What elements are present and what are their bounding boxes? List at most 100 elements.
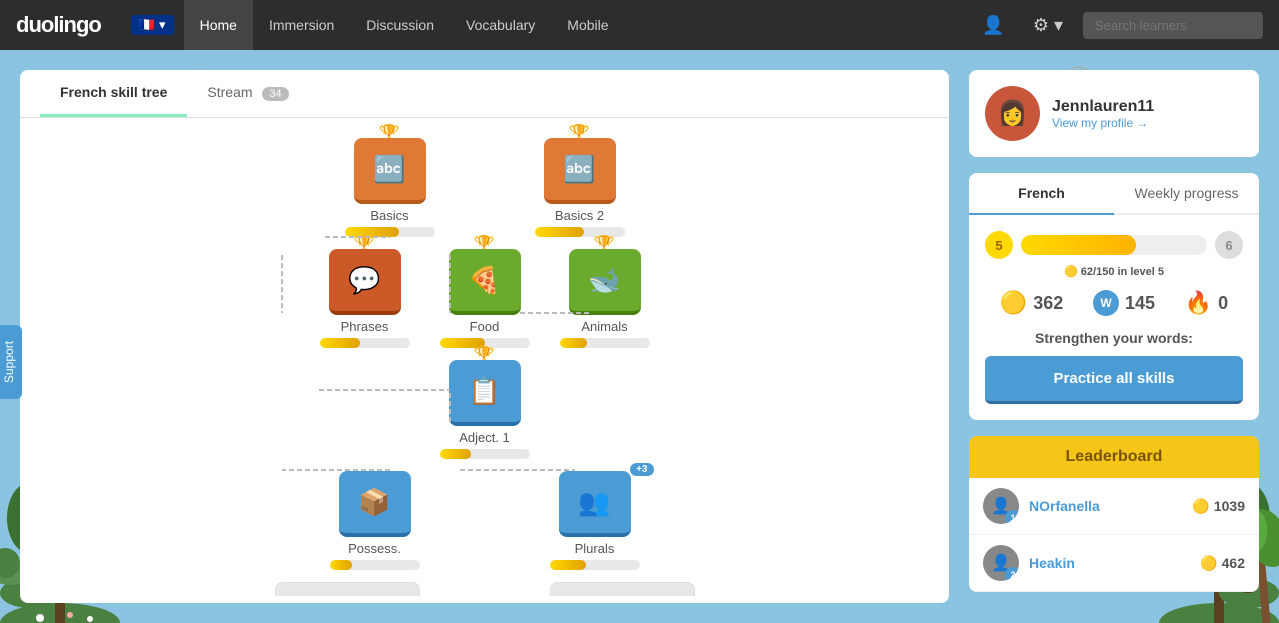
node-possessives[interactable]: 📦 Possess. (330, 471, 420, 570)
animals-bar (560, 338, 650, 348)
lb-avatar-1: 👤 1 (983, 488, 1019, 524)
tab-stream[interactable]: Stream 34 (187, 70, 308, 117)
tab-weekly-progress[interactable]: Weekly progress (1114, 173, 1259, 215)
basics1-label: Basics (370, 208, 408, 223)
streak-icon: 🔥 (1185, 290, 1212, 316)
xp-text: 🟡 62/150 in level 5 (985, 265, 1243, 278)
lb-coin-icon-1: 🟡 (1192, 498, 1209, 515)
strengthen-text: Strengthen your words: (985, 330, 1243, 346)
logo-text: duolingo (16, 12, 101, 38)
coin-icon: 🟡 (1000, 290, 1027, 316)
skill-box-plurals[interactable]: 👥 (559, 471, 631, 537)
tab-french-skill-tree[interactable]: French skill tree (40, 70, 187, 117)
skill-box-food[interactable]: 🍕 (449, 249, 521, 315)
leaderboard-item-2: 👤 2 Heakin 🟡 462 (969, 535, 1259, 592)
skill-panel-tabs: French skill tree Stream 34 (20, 70, 949, 118)
locked-node-1: 🏃 🔒 (275, 582, 420, 596)
leaderboard-header: Leaderboard (969, 436, 1259, 478)
plurals-badge: +3 (630, 463, 653, 476)
nav-immersion[interactable]: Immersion (253, 0, 350, 50)
skill-box-adjectives[interactable]: 📋 (449, 360, 521, 426)
skill-box-possessives[interactable]: 📦 (339, 471, 411, 537)
skill-panel: French skill tree Stream 34 (20, 70, 949, 603)
nav-discussion[interactable]: Discussion (350, 0, 450, 50)
skill-box-phrases[interactable]: 💬 (329, 249, 401, 315)
node-basics2[interactable]: 🏆 🔤 Basics 2 (535, 138, 625, 237)
tab-french[interactable]: French (969, 173, 1114, 215)
basics1-icon: 🔤 (373, 154, 405, 185)
stream-badge: 34 (262, 87, 288, 101)
xp-level-current: 5 (985, 231, 1013, 259)
node-plurals[interactable]: +3 👥 Plurals (550, 471, 640, 570)
sidebar: 👩 Jennlauren11 View my profile → French … (969, 70, 1259, 603)
nav-links: Home Immersion Discussion Vocabulary Mob… (184, 0, 625, 50)
avatar-emoji: 👩 (998, 99, 1028, 128)
lb-coin-icon-2: 🟡 (1200, 555, 1217, 572)
search-input[interactable] (1083, 12, 1263, 39)
phrases-icon: 💬 (348, 265, 380, 296)
possessives-label: Possess. (348, 541, 401, 556)
node-animals[interactable]: 🏆 🐋 Animals (560, 249, 650, 348)
lb-score-1: 🟡 1039 (1192, 498, 1245, 515)
plurals-icon: 👥 (578, 487, 610, 518)
stat-words: W 145 (1093, 290, 1155, 316)
settings-button[interactable]: ⚙ ▾ (1025, 11, 1071, 40)
phrases-bar-fill (320, 338, 361, 348)
plurals-label: Plurals (575, 541, 615, 556)
stats-body: 5 6 🟡 62/150 in level 5 🟡 362 W (969, 215, 1259, 420)
skill-box-basics1[interactable]: 🔤 (354, 138, 426, 204)
adjectives-icon: 📋 (468, 376, 500, 407)
phrases-bar (320, 338, 410, 348)
navbar-right: 👤 ⚙ ▾ (974, 11, 1263, 40)
animals-bar-fill (560, 338, 587, 348)
animals-label: Animals (581, 319, 627, 334)
adjectives-label: Adject. 1 (459, 430, 510, 445)
node-basics1[interactable]: 🏆 🔤 Basics (345, 138, 435, 237)
skill-box-basics2[interactable]: 🔤 (544, 138, 616, 204)
animals-icon: 🐋 (588, 265, 620, 296)
stats-card: French Weekly progress 5 6 🟡 62/150 in l… (969, 173, 1259, 420)
nav-mobile[interactable]: Mobile (551, 0, 624, 50)
adjectives-bar (440, 449, 530, 459)
locked-node-2: 👕 🔒 (550, 582, 695, 596)
possessives-bar (330, 560, 420, 570)
word-value: 145 (1125, 293, 1155, 314)
language-selector[interactable]: 🇫🇷 ▾ (131, 15, 174, 35)
plurals-bar-fill (550, 560, 586, 570)
practice-skills-button[interactable]: Practice all skills (985, 356, 1243, 404)
stat-streak: 🔥 0 (1185, 290, 1228, 316)
xp-bar-container: 5 6 (985, 231, 1243, 259)
lb-name-2[interactable]: Heakin (1029, 555, 1190, 571)
stats-row: 🟡 362 W 145 🔥 0 (985, 290, 1243, 316)
xp-level-next: 6 (1215, 231, 1243, 259)
coin-value: 362 (1033, 293, 1063, 314)
profile-card: 👩 Jennlauren11 View my profile → (969, 70, 1259, 157)
lb-name-1[interactable]: NOrfanella (1029, 498, 1182, 514)
leaderboard-card: Leaderboard 👤 1 NOrfanella 🟡 1039 👤 2 He… (969, 436, 1259, 592)
support-tab[interactable]: Support (0, 325, 22, 399)
flag-icon: 🇫🇷 (139, 17, 155, 33)
adjectives-bar-fill (440, 449, 472, 459)
node-food[interactable]: 🏆 🍕 Food (440, 249, 530, 348)
plurals-bar (550, 560, 640, 570)
skill-box-animals[interactable]: 🐋 (569, 249, 641, 315)
food-label: Food (470, 319, 500, 334)
stat-coins: 🟡 362 (1000, 290, 1063, 316)
node-phrases[interactable]: 🏆 💬 Phrases (320, 249, 410, 348)
user-icon-button[interactable]: 👤 (974, 11, 1012, 40)
profile-link[interactable]: View my profile → (1052, 116, 1154, 130)
main-area: French skill tree Stream 34 (0, 50, 1279, 623)
lb-score-2: 🟡 462 (1200, 555, 1245, 572)
lb-rank-1: 1 (1005, 510, 1019, 524)
phrases-label: Phrases (341, 319, 389, 334)
nav-vocabulary[interactable]: Vocabulary (450, 0, 551, 50)
flag-dropdown-icon: ▾ (159, 17, 166, 33)
navbar: duolingo 🇫🇷 ▾ Home Immersion Discussion … (0, 0, 1279, 50)
nav-home[interactable]: Home (184, 0, 253, 50)
xp-bar-fill (1021, 235, 1136, 255)
profile-info: Jennlauren11 View my profile → (1052, 98, 1154, 130)
node-adjectives[interactable]: 🏆 📋 Adject. 1 (440, 360, 530, 459)
lb-rank-2: 2 (1005, 567, 1019, 581)
basics2-icon: 🔤 (563, 154, 595, 185)
possessives-icon: 📦 (358, 487, 390, 518)
